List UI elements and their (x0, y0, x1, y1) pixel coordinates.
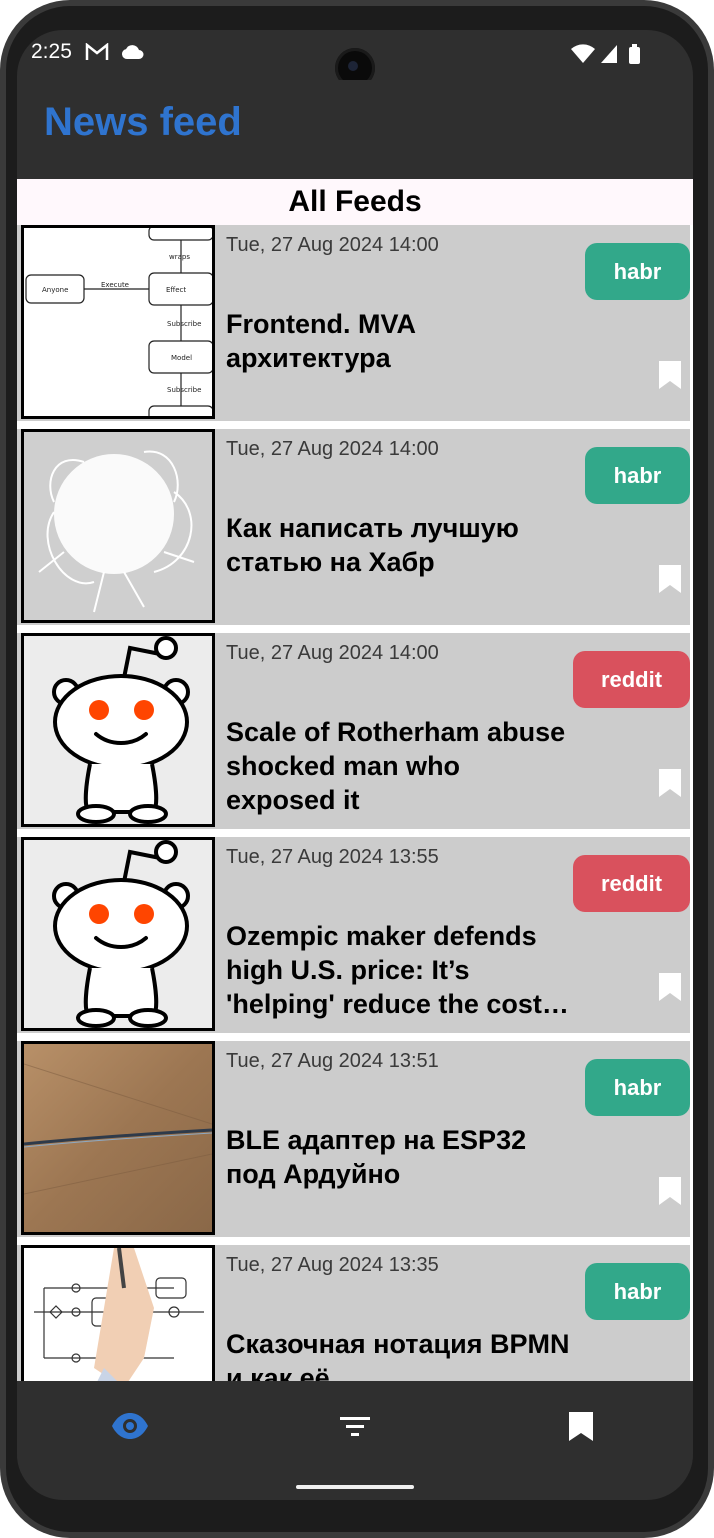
gmail-icon (85, 42, 109, 66)
bookmark-icon[interactable] (658, 564, 682, 599)
svg-text:Anyone: Anyone (42, 286, 68, 294)
article-title[interactable]: Как написать лучшую статью на Хабр (226, 511, 571, 579)
article-title[interactable]: Сказочная нотация BPMN и как её (226, 1327, 571, 1381)
gesture-bar[interactable] (296, 1485, 414, 1489)
bookmark-icon[interactable] (658, 1176, 682, 1211)
article-thumbnail (21, 837, 215, 1031)
article-thumbnail (21, 633, 215, 827)
article-thumbnail (21, 1245, 215, 1381)
article-thumbnail: Anyone Execute Effect Model wraps Subscr… (21, 225, 215, 419)
phone-frame: 2:25 News feed All Feeds Anyone Execute … (0, 0, 714, 1538)
status-bar: 2:25 (17, 30, 693, 88)
article-thumbnail (21, 429, 215, 623)
svg-text:Subscribe: Subscribe (167, 320, 201, 328)
source-badge[interactable]: habr (585, 243, 690, 300)
cloud-icon (121, 44, 145, 65)
section-title: All Feeds (17, 179, 693, 225)
article-date: Tue, 27 Aug 2024 14:00 (226, 234, 439, 256)
article-date: Tue, 27 Aug 2024 13:55 (226, 846, 439, 868)
article-title[interactable]: Frontend. MVA архитектура (226, 307, 571, 375)
app-bar: News feed (17, 80, 693, 179)
reddit-logo (24, 840, 212, 1028)
article-thumbnail (21, 1041, 215, 1235)
article-title[interactable]: Scale of Rotherham abuse shocked man who… (226, 715, 571, 817)
source-badge[interactable]: habr (585, 447, 690, 504)
article-title[interactable]: Ozempic maker defends high U.S. price: I… (226, 919, 571, 1021)
svg-text:Effect: Effect (166, 286, 186, 294)
article-card[interactable]: Tue, 27 Aug 2024 13:35 Сказочная нотация… (17, 1245, 690, 1381)
bookmark-icon[interactable] (658, 972, 682, 1007)
wifi-icon (571, 44, 595, 63)
article-card[interactable]: Tue, 27 Aug 2024 14:00 Scale of Rotherha… (17, 633, 690, 829)
source-badge[interactable]: habr (585, 1059, 690, 1116)
article-title[interactable]: BLE адаптер на ESP32 под Ардуйно (226, 1123, 571, 1191)
signal-icon (601, 45, 617, 63)
article-card[interactable]: Anyone Execute Effect Model wraps Subscr… (17, 225, 690, 421)
bookmark-icon[interactable] (568, 1409, 594, 1448)
article-date: Tue, 27 Aug 2024 13:35 (226, 1254, 439, 1276)
svg-text:Model: Model (171, 354, 192, 362)
eye-icon[interactable] (111, 1409, 149, 1448)
status-icons (569, 43, 649, 70)
svg-text:Execute: Execute (101, 281, 129, 289)
bookmark-icon[interactable] (658, 360, 682, 395)
article-card[interactable]: Tue, 27 Aug 2024 13:55 Ozempic maker def… (17, 837, 690, 1033)
svg-text:Subscribe: Subscribe (167, 386, 201, 394)
article-card[interactable]: Tue, 27 Aug 2024 13:51 BLE адаптер на ES… (17, 1041, 690, 1237)
battery-icon (629, 44, 640, 64)
article-date: Tue, 27 Aug 2024 14:00 (226, 642, 439, 664)
bookmark-icon[interactable] (658, 768, 682, 803)
svg-text:wraps: wraps (169, 253, 190, 261)
filter-icon[interactable] (339, 1409, 371, 1448)
source-badge[interactable]: habr (585, 1263, 690, 1320)
article-date: Tue, 27 Aug 2024 14:00 (226, 438, 439, 460)
status-time: 2:25 (31, 40, 72, 63)
article-list[interactable]: Anyone Execute Effect Model wraps Subscr… (17, 225, 693, 1381)
source-badge[interactable]: reddit (573, 651, 690, 708)
screen: 2:25 News feed All Feeds Anyone Execute … (17, 30, 693, 1500)
source-badge[interactable]: reddit (573, 855, 690, 912)
article-date: Tue, 27 Aug 2024 13:51 (226, 1050, 439, 1072)
bottom-navigation (17, 1381, 693, 1473)
reddit-logo (24, 636, 212, 824)
article-card[interactable]: Tue, 27 Aug 2024 14:00 Как написать лучш… (17, 429, 690, 625)
app-title: News feed (44, 100, 242, 144)
